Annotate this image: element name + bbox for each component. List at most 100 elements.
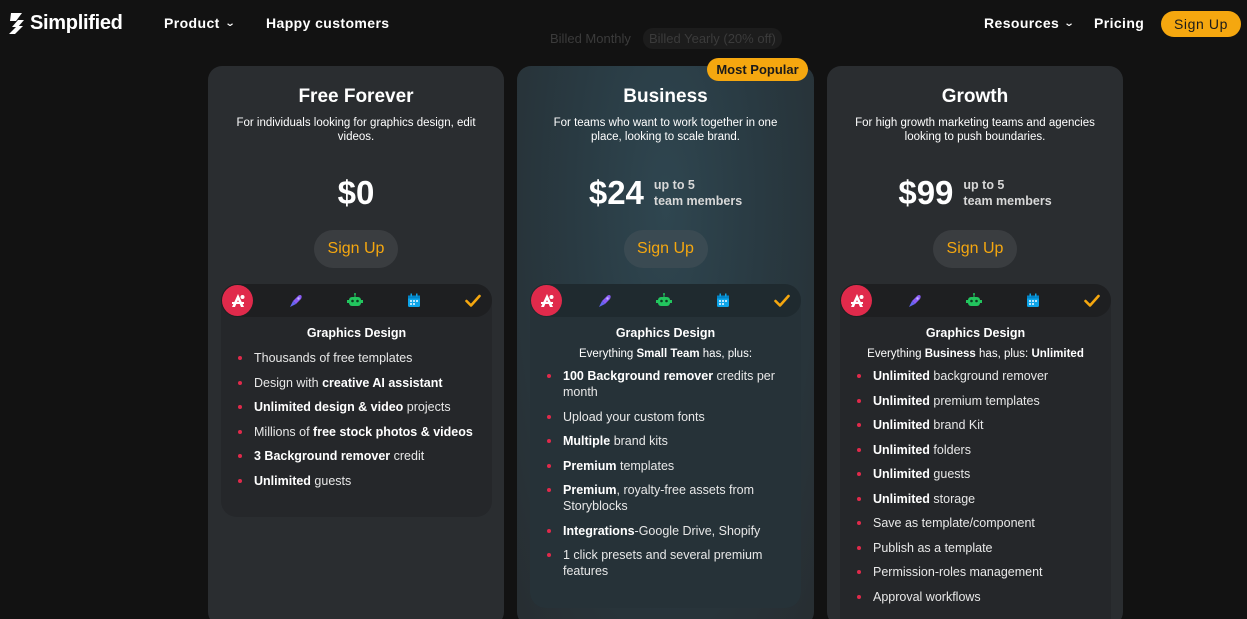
bold-text: Unlimited design & video (254, 400, 404, 414)
price-note: up to 5 team members (654, 177, 742, 209)
category-tab-checkmark[interactable] (765, 284, 798, 317)
text: storage (929, 491, 976, 506)
text: Permission-roles management (873, 565, 1043, 579)
bold-text: free stock photos & videos (313, 424, 473, 439)
category-tab-calendar[interactable] (397, 284, 430, 317)
price-row: $0 (208, 174, 504, 212)
category-tab-graphics-design[interactable] (221, 284, 254, 317)
feature-item: Millions of free stock photos & videos (238, 424, 474, 440)
plan-description: For teams who want to work together in o… (553, 117, 778, 143)
category-tab-checkmark[interactable] (456, 284, 489, 317)
feature-item: Premium templates (547, 458, 783, 474)
category-tab-robot[interactable] (957, 284, 990, 317)
category-tab-rocket[interactable] (898, 284, 931, 317)
bold-text: Unlimited (873, 467, 930, 481)
category-icon-bar (840, 284, 1111, 317)
category-tab-graphics-design[interactable] (840, 284, 873, 317)
feature-section-subtitle: Everything Small Team has, plus: (530, 348, 801, 360)
category-tab-robot[interactable] (647, 284, 680, 317)
rocket-icon (288, 293, 304, 309)
text: has, plus: (699, 348, 753, 360)
robot-icon (346, 292, 364, 309)
category-tab-checkmark[interactable] (1075, 284, 1108, 317)
bold-text: 100 Background remover (563, 369, 714, 383)
plan-signup-button[interactable]: Sign Up (933, 230, 1017, 268)
nav-signup-button[interactable]: Sign Up (1161, 11, 1241, 37)
text: brand Kit (929, 418, 984, 432)
billed-yearly-option[interactable]: Billed Yearly (20% off) (642, 27, 782, 49)
text: 1 click presets and several premium feat… (563, 548, 763, 578)
chevron-down-icon: ⌄ (224, 17, 236, 29)
plan-description: For individuals looking for graphics des… (236, 117, 476, 143)
category-tab-robot[interactable] (338, 284, 371, 317)
calendar-icon (716, 293, 730, 308)
category-tab-rocket[interactable] (279, 284, 312, 317)
checkmark-icon (773, 294, 790, 308)
bold-text: Unlimited (873, 369, 930, 383)
price-note-line-2: team members (653, 194, 743, 208)
plan-description: For high growth marketing teams and agen… (855, 117, 1095, 143)
plan-signup-button[interactable]: Sign Up (623, 230, 708, 268)
nav-product-menu[interactable]: Product ⌄ (164, 15, 236, 31)
nav-pricing-label: Pricing (1094, 15, 1145, 31)
category-tab-graphics-design[interactable] (530, 284, 563, 317)
checkmark-icon (464, 294, 481, 308)
feature-item: Unlimited guests (238, 473, 474, 489)
nav-happy-customers[interactable]: Happy customers (266, 15, 389, 31)
feature-section-title: Graphics Design (925, 326, 1026, 340)
calendar-icon (1026, 293, 1040, 308)
graphics-design-icon (531, 285, 562, 316)
feature-list: 100 Background remover credits per month… (530, 360, 801, 608)
bold-text: Unlimited (1031, 348, 1084, 360)
bold-text: Premium (563, 458, 617, 473)
text: Save as template/component (873, 516, 1035, 530)
category-tab-rocket[interactable] (588, 284, 621, 317)
price-note: up to 5 team members (963, 177, 1051, 209)
price-note-line-1: up to 5 (963, 178, 1005, 192)
rocket-icon (597, 293, 613, 309)
category-tab-calendar[interactable] (1016, 284, 1049, 317)
bold-text: Business (924, 348, 976, 360)
plan-price: $0 (337, 174, 375, 211)
calendar-icon (407, 293, 421, 308)
rocket-icon (907, 293, 923, 309)
category-icon-bar (221, 284, 492, 317)
feature-item: Approval workflows (857, 589, 1093, 605)
robot-icon (655, 292, 673, 309)
bold-text: Small Team (636, 348, 700, 360)
billed-monthly-option[interactable]: Billed Monthly (544, 28, 637, 49)
plan-card-free: Free Forever For individuals looking for … (208, 66, 504, 619)
feature-box: Graphics Design Thousands of free templat… (221, 284, 492, 517)
nav-pricing[interactable]: Pricing (1094, 15, 1144, 31)
plan-price: $24 (588, 174, 644, 211)
text: has, plus: (975, 348, 1032, 360)
price-note-line-1: up to 5 (653, 178, 695, 192)
bold-text: Premium (563, 483, 617, 497)
checkmark-icon (1083, 294, 1100, 308)
bold-text: Unlimited (873, 442, 930, 457)
graphics-design-icon (841, 285, 872, 316)
nav-product-label: Product (164, 15, 220, 31)
plan-title: Growth (941, 86, 1009, 107)
text: brand kits (610, 434, 668, 448)
plan-signup-button[interactable]: Sign Up (314, 230, 398, 268)
text: templates (616, 458, 675, 473)
feature-item: Upload your custom fonts (547, 409, 783, 425)
feature-item: Unlimited storage (857, 491, 1093, 507)
price-row: $99 up to 5 team members (827, 174, 1123, 212)
robot-icon (965, 292, 983, 309)
feature-list: Thousands of free templates Design with c… (221, 340, 492, 517)
text: credit (390, 449, 425, 463)
plan-title: Free Forever (298, 86, 414, 107)
text: guests (929, 467, 971, 481)
category-tab-calendar[interactable] (706, 284, 739, 317)
nav-resources-label: Resources (984, 15, 1060, 31)
nav-resources-menu[interactable]: Resources ⌄ (984, 15, 1075, 31)
billing-toggle: Billed Monthly Billed Yearly (20% off) (538, 26, 788, 50)
feature-item: Integrations-Google Drive, Shopify (547, 523, 783, 539)
bold-text: creative AI assistant (322, 375, 443, 390)
feature-section-title: Graphics Design (306, 326, 407, 340)
brand-logo[interactable]: Simplified (7, 11, 123, 35)
feature-item: Unlimited background remover (857, 368, 1093, 384)
category-icon-bar (530, 284, 801, 317)
